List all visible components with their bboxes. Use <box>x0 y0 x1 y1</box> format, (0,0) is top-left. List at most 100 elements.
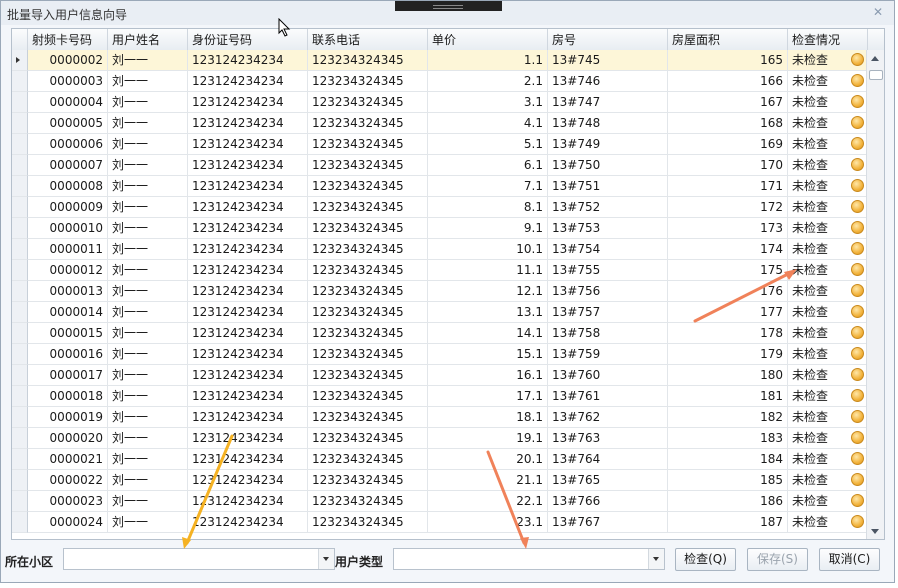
cell-house-area[interactable]: 165 <box>668 50 788 71</box>
cell-check-status[interactable]: 未检查 <box>788 113 868 134</box>
row-indicator[interactable] <box>12 386 28 407</box>
close-icon[interactable]: ✕ <box>872 6 884 18</box>
cell-unit-price[interactable]: 8.1 <box>428 197 548 218</box>
cell-phone[interactable]: 123234324345 <box>308 71 428 92</box>
cell-phone[interactable]: 123234324345 <box>308 176 428 197</box>
cell-id-number[interactable]: 123124234234 <box>188 365 308 386</box>
cell-card-number[interactable]: 0000018 <box>28 386 108 407</box>
table-row[interactable]: 0000012 刘一一 123124234234 123234324345 11.1 13… <box>12 260 868 281</box>
cell-id-number[interactable]: 123124234234 <box>188 428 308 449</box>
cell-card-number[interactable]: 0000015 <box>28 323 108 344</box>
table-row[interactable]: 0000011 刘一一 123124234234 123234324345 10.1 13… <box>12 239 868 260</box>
cell-user-name[interactable]: 刘一一 <box>108 260 188 281</box>
vertical-scrollbar[interactable] <box>866 50 884 539</box>
table-row[interactable]: 0000005 刘一一 123124234234 123234324345 4.1 13#… <box>12 113 868 134</box>
cell-card-number[interactable]: 0000006 <box>28 134 108 155</box>
cell-id-number[interactable]: 123124234234 <box>188 323 308 344</box>
cell-id-number[interactable]: 123124234234 <box>188 71 308 92</box>
cell-phone[interactable]: 123234324345 <box>308 113 428 134</box>
cell-house-area[interactable]: 182 <box>668 407 788 428</box>
cell-unit-price[interactable]: 9.1 <box>428 218 548 239</box>
table-row[interactable]: 0000013 刘一一 123124234234 123234324345 12.1 13… <box>12 281 868 302</box>
cell-phone[interactable]: 123234324345 <box>308 197 428 218</box>
cell-check-status[interactable]: 未检查 <box>788 134 868 155</box>
cell-user-name[interactable]: 刘一一 <box>108 491 188 512</box>
community-combo[interactable] <box>63 548 335 570</box>
cell-house-area[interactable]: 169 <box>668 134 788 155</box>
cell-card-number[interactable]: 0000017 <box>28 365 108 386</box>
row-indicator[interactable] <box>12 302 28 323</box>
cell-house-area[interactable]: 166 <box>668 71 788 92</box>
cell-id-number[interactable]: 123124234234 <box>188 92 308 113</box>
cell-unit-price[interactable]: 23.1 <box>428 512 548 533</box>
cell-room-number[interactable]: 13#746 <box>548 71 668 92</box>
row-indicator[interactable] <box>12 71 28 92</box>
cell-house-area[interactable]: 185 <box>668 470 788 491</box>
row-indicator[interactable] <box>12 407 28 428</box>
cell-id-number[interactable]: 123124234234 <box>188 134 308 155</box>
table-row[interactable]: 0000017 刘一一 123124234234 123234324345 16.1 13… <box>12 365 868 386</box>
row-indicator[interactable] <box>12 512 28 533</box>
column-header-card-number[interactable]: 射频卡号码 <box>28 29 108 50</box>
cell-phone[interactable]: 123234324345 <box>308 470 428 491</box>
cell-card-number[interactable]: 0000012 <box>28 260 108 281</box>
cell-house-area[interactable]: 180 <box>668 365 788 386</box>
cell-unit-price[interactable]: 20.1 <box>428 449 548 470</box>
cell-id-number[interactable]: 123124234234 <box>188 218 308 239</box>
column-header-room-number[interactable]: 房号 <box>548 29 668 50</box>
cell-user-name[interactable]: 刘一一 <box>108 407 188 428</box>
column-header-house-area[interactable]: 房屋面积 <box>668 29 788 50</box>
cell-user-name[interactable]: 刘一一 <box>108 449 188 470</box>
cell-room-number[interactable]: 13#752 <box>548 197 668 218</box>
cell-phone[interactable]: 123234324345 <box>308 218 428 239</box>
column-header-unit-price[interactable]: 单价 <box>428 29 548 50</box>
cell-user-name[interactable]: 刘一一 <box>108 92 188 113</box>
cell-user-name[interactable]: 刘一一 <box>108 134 188 155</box>
cell-check-status[interactable]: 未检查 <box>788 386 868 407</box>
cell-card-number[interactable]: 0000002 <box>28 50 108 71</box>
cell-id-number[interactable]: 123124234234 <box>188 260 308 281</box>
row-indicator[interactable] <box>12 491 28 512</box>
cell-card-number[interactable]: 0000023 <box>28 491 108 512</box>
cell-unit-price[interactable]: 4.1 <box>428 113 548 134</box>
cell-room-number[interactable]: 13#759 <box>548 344 668 365</box>
cell-phone[interactable]: 123234324345 <box>308 155 428 176</box>
cell-room-number[interactable]: 13#751 <box>548 176 668 197</box>
cell-id-number[interactable]: 123124234234 <box>188 197 308 218</box>
row-indicator[interactable] <box>12 281 28 302</box>
usertype-combo[interactable] <box>393 548 665 570</box>
cell-card-number[interactable]: 0000016 <box>28 344 108 365</box>
cell-check-status[interactable]: 未检查 <box>788 449 868 470</box>
cell-id-number[interactable]: 123124234234 <box>188 155 308 176</box>
cell-check-status[interactable]: 未检查 <box>788 323 868 344</box>
cell-card-number[interactable]: 0000011 <box>28 239 108 260</box>
table-row[interactable]: 0000004 刘一一 123124234234 123234324345 3.1 13#… <box>12 92 868 113</box>
table-row[interactable]: 0000019 刘一一 123124234234 123234324345 18.1 13… <box>12 407 868 428</box>
cell-phone[interactable]: 123234324345 <box>308 239 428 260</box>
check-button[interactable]: 检查(Q) <box>675 548 736 571</box>
cell-phone[interactable]: 123234324345 <box>308 50 428 71</box>
cell-house-area[interactable]: 175 <box>668 260 788 281</box>
table-row[interactable]: 0000020 刘一一 123124234234 123234324345 19.1 13… <box>12 428 868 449</box>
cell-user-name[interactable]: 刘一一 <box>108 323 188 344</box>
table-row[interactable]: 0000006 刘一一 123124234234 123234324345 5.1 13#… <box>12 134 868 155</box>
cell-room-number[interactable]: 13#750 <box>548 155 668 176</box>
cell-unit-price[interactable]: 3.1 <box>428 92 548 113</box>
cell-check-status[interactable]: 未检查 <box>788 344 868 365</box>
cell-house-area[interactable]: 168 <box>668 113 788 134</box>
cell-phone[interactable]: 123234324345 <box>308 323 428 344</box>
cell-unit-price[interactable]: 10.1 <box>428 239 548 260</box>
cell-user-name[interactable]: 刘一一 <box>108 50 188 71</box>
cell-id-number[interactable]: 123124234234 <box>188 113 308 134</box>
table-row[interactable]: 0000014 刘一一 123124234234 123234324345 13.1 13… <box>12 302 868 323</box>
table-row[interactable]: 0000015 刘一一 123124234234 123234324345 14.1 13… <box>12 323 868 344</box>
row-indicator[interactable] <box>12 260 28 281</box>
row-indicator[interactable] <box>12 113 28 134</box>
cell-phone[interactable]: 123234324345 <box>308 134 428 155</box>
cell-phone[interactable]: 123234324345 <box>308 407 428 428</box>
cell-phone[interactable]: 123234324345 <box>308 386 428 407</box>
cell-id-number[interactable]: 123124234234 <box>188 344 308 365</box>
cell-check-status[interactable]: 未检查 <box>788 428 868 449</box>
cell-card-number[interactable]: 0000021 <box>28 449 108 470</box>
scroll-up-icon[interactable] <box>871 56 879 61</box>
